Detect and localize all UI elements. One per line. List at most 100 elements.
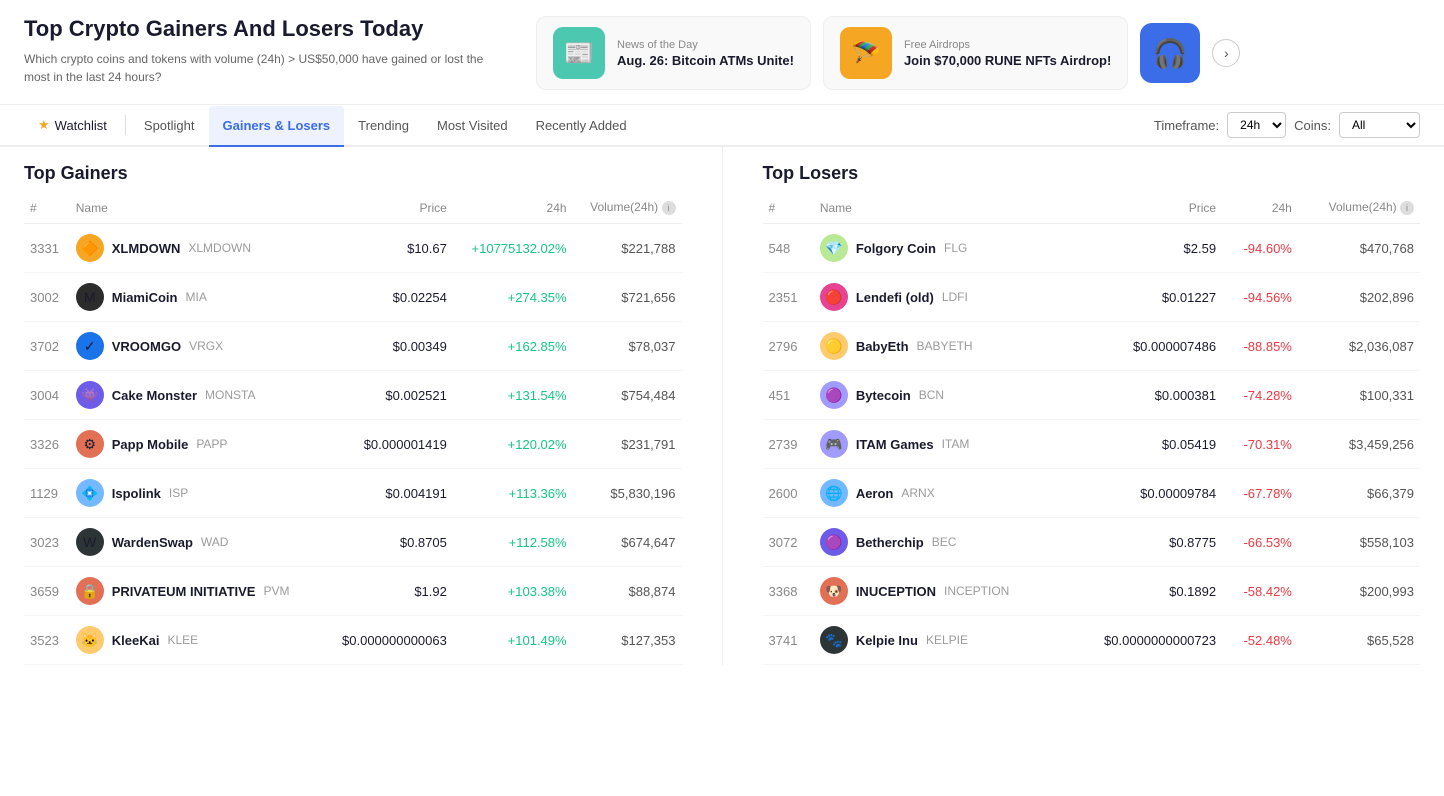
gainer-rank: 3326 bbox=[24, 420, 70, 469]
gainer-coin-symbol: PVM bbox=[263, 584, 289, 598]
next-banner-arrow[interactable]: › bbox=[1212, 39, 1240, 67]
loser-volume: $100,331 bbox=[1298, 371, 1420, 420]
loser-volume: $66,379 bbox=[1298, 469, 1420, 518]
tab-recently-added-label: Recently Added bbox=[536, 118, 627, 133]
news-card-1[interactable]: 📰 News of the Day Aug. 26: Bitcoin ATMs … bbox=[536, 16, 811, 90]
gainer-coin-name: PRIVATEUM INITIATIVE bbox=[112, 584, 256, 599]
gainer-rank: 1129 bbox=[24, 469, 70, 518]
loser-price: $2.59 bbox=[1067, 224, 1223, 273]
gainer-volume: $754,484 bbox=[573, 371, 682, 420]
gainer-coin-symbol: MONSTA bbox=[205, 388, 255, 402]
tab-trending-label: Trending bbox=[358, 118, 409, 133]
losers-row[interactable]: 3368 🐶 INUCEPTION INCEPTION $0.1892 -58.… bbox=[763, 567, 1421, 616]
news-tag-1: News of the Day bbox=[617, 39, 794, 51]
gainer-coin-name: WardenSwap bbox=[112, 535, 193, 550]
loser-change: -58.42% bbox=[1222, 567, 1298, 616]
losers-col-24h: 24h bbox=[1222, 192, 1298, 224]
gainer-change: +103.38% bbox=[453, 567, 573, 616]
tab-spotlight-label: Spotlight bbox=[144, 118, 195, 133]
gainer-rank: 3023 bbox=[24, 518, 70, 567]
loser-price: $0.000007486 bbox=[1067, 322, 1223, 371]
gainers-row[interactable]: 3331 🔶 XLMDOWN XLMDOWN $10.67 +10775132.… bbox=[24, 224, 682, 273]
loser-price: $0.05419 bbox=[1067, 420, 1223, 469]
losers-row[interactable]: 548 💎 Folgory Coin FLG $2.59 -94.60% $47… bbox=[763, 224, 1421, 273]
loser-name-cell: 🐾 Kelpie Inu KELPIE bbox=[814, 616, 1067, 665]
loser-change: -70.31% bbox=[1222, 420, 1298, 469]
coins-select[interactable]: All Top 100 bbox=[1339, 112, 1420, 138]
loser-coin-icon: 🟣 bbox=[820, 381, 848, 409]
losers-row[interactable]: 3741 🐾 Kelpie Inu KELPIE $0.000000000072… bbox=[763, 616, 1421, 665]
gainers-row[interactable]: 1129 💠 Ispolink ISP $0.004191 +113.36% $… bbox=[24, 469, 682, 518]
timeframe-select[interactable]: 24h 7d 30d bbox=[1227, 112, 1286, 138]
loser-rank: 3368 bbox=[763, 567, 814, 616]
gainers-volume-info-icon[interactable]: i bbox=[662, 201, 676, 215]
news-title-2: Join $70,000 RUNE NFTs Airdrop! bbox=[904, 53, 1111, 68]
gainers-row[interactable]: 3023 W WardenSwap WAD $0.8705 +112.58% $… bbox=[24, 518, 682, 567]
gainer-volume: $88,874 bbox=[573, 567, 682, 616]
gainers-row[interactable]: 3004 👾 Cake Monster MONSTA $0.002521 +13… bbox=[24, 371, 682, 420]
gainer-coin-name: MiamiCoin bbox=[112, 290, 178, 305]
loser-coin-icon: 🟡 bbox=[820, 332, 848, 360]
losers-row[interactable]: 2600 🌐 Aeron ARNX $0.00009784 -67.78% $6… bbox=[763, 469, 1421, 518]
loser-volume: $202,896 bbox=[1298, 273, 1420, 322]
loser-volume: $558,103 bbox=[1298, 518, 1420, 567]
gainers-row[interactable]: 3659 🔒 PRIVATEUM INITIATIVE PVM $1.92 +1… bbox=[24, 567, 682, 616]
gainer-name-cell: ⚙ Papp Mobile PAPP bbox=[70, 420, 322, 469]
gainer-name-cell: 🔒 PRIVATEUM INITIATIVE PVM bbox=[70, 567, 322, 616]
gainers-row[interactable]: 3702 ✓ VROOMGO VRGX $0.00349 +162.85% $7… bbox=[24, 322, 682, 371]
tab-trending[interactable]: Trending bbox=[344, 106, 423, 147]
loser-coin-icon: 🎮 bbox=[820, 430, 848, 458]
gainer-name-cell: 🐱 KleeKai KLEE bbox=[70, 616, 322, 665]
loser-volume: $200,993 bbox=[1298, 567, 1420, 616]
gainers-row[interactable]: 3002 M MiamiCoin MIA $0.02254 +274.35% $… bbox=[24, 273, 682, 322]
tab-recently-added[interactable]: Recently Added bbox=[522, 106, 641, 147]
tab-most-visited[interactable]: Most Visited bbox=[423, 106, 522, 147]
tab-watchlist-label: Watchlist bbox=[55, 118, 107, 133]
losers-col-price: Price bbox=[1067, 192, 1223, 224]
gainer-coin-symbol: MIA bbox=[185, 290, 206, 304]
loser-volume: $65,528 bbox=[1298, 616, 1420, 665]
gainers-col-volume: Volume(24h) i bbox=[573, 192, 682, 224]
loser-coin-name: Kelpie Inu bbox=[856, 633, 918, 648]
gainer-rank: 3702 bbox=[24, 322, 70, 371]
loser-coin-name: Betherchip bbox=[856, 535, 924, 550]
gainer-price: $0.000000000063 bbox=[322, 616, 453, 665]
loser-coin-name: Aeron bbox=[856, 486, 894, 501]
tab-gainers-losers[interactable]: Gainers & Losers bbox=[209, 106, 345, 147]
loser-coin-symbol: KELPIE bbox=[926, 633, 968, 647]
gainers-row[interactable]: 3326 ⚙ Papp Mobile PAPP $0.000001419 +12… bbox=[24, 420, 682, 469]
gainer-coin-symbol: KLEE bbox=[167, 633, 198, 647]
loser-change: -66.53% bbox=[1222, 518, 1298, 567]
loser-price: $0.8775 bbox=[1067, 518, 1223, 567]
loser-rank: 548 bbox=[763, 224, 814, 273]
losers-volume-info-icon[interactable]: i bbox=[1400, 201, 1414, 215]
news-card-2[interactable]: 🪂 Free Airdrops Join $70,000 RUNE NFTs A… bbox=[823, 16, 1128, 90]
loser-coin-symbol: BCN bbox=[919, 388, 944, 402]
gainer-rank: 3331 bbox=[24, 224, 70, 273]
gainers-row[interactable]: 3523 🐱 KleeKai KLEE $0.000000000063 +101… bbox=[24, 616, 682, 665]
losers-row[interactable]: 2739 🎮 ITAM Games ITAM $0.05419 -70.31% … bbox=[763, 420, 1421, 469]
gainer-coin-name: KleeKai bbox=[112, 633, 160, 648]
gainer-price: $0.02254 bbox=[322, 273, 453, 322]
losers-row[interactable]: 2351 🔴 Lendefi (old) LDFI $0.01227 -94.5… bbox=[763, 273, 1421, 322]
losers-row[interactable]: 3072 🟣 Betherchip BEC $0.8775 -66.53% $5… bbox=[763, 518, 1421, 567]
loser-change: -52.48% bbox=[1222, 616, 1298, 665]
gainer-coin-icon: 👾 bbox=[76, 381, 104, 409]
loser-price: $0.01227 bbox=[1067, 273, 1223, 322]
loser-rank: 2351 bbox=[763, 273, 814, 322]
losers-row[interactable]: 451 🟣 Bytecoin BCN $0.000381 -74.28% $10… bbox=[763, 371, 1421, 420]
loser-coin-name: Lendefi (old) bbox=[856, 290, 934, 305]
news-tag-2: Free Airdrops bbox=[904, 39, 1111, 51]
loser-name-cell: 🌐 Aeron ARNX bbox=[814, 469, 1067, 518]
loser-name-cell: 🟡 BabyEth BABYETH bbox=[814, 322, 1067, 371]
losers-row[interactable]: 2796 🟡 BabyEth BABYETH $0.000007486 -88.… bbox=[763, 322, 1421, 371]
gainer-coin-symbol: VRGX bbox=[189, 339, 223, 353]
tab-spotlight[interactable]: Spotlight bbox=[130, 106, 209, 147]
tab-divider bbox=[125, 115, 126, 135]
gainer-change: +120.02% bbox=[453, 420, 573, 469]
app-icon[interactable]: 🎧 bbox=[1140, 23, 1200, 83]
gainer-volume: $674,647 bbox=[573, 518, 682, 567]
tab-watchlist[interactable]: ★ Watchlist bbox=[24, 105, 121, 147]
gainer-rank: 3523 bbox=[24, 616, 70, 665]
loser-coin-symbol: ITAM bbox=[942, 437, 970, 451]
